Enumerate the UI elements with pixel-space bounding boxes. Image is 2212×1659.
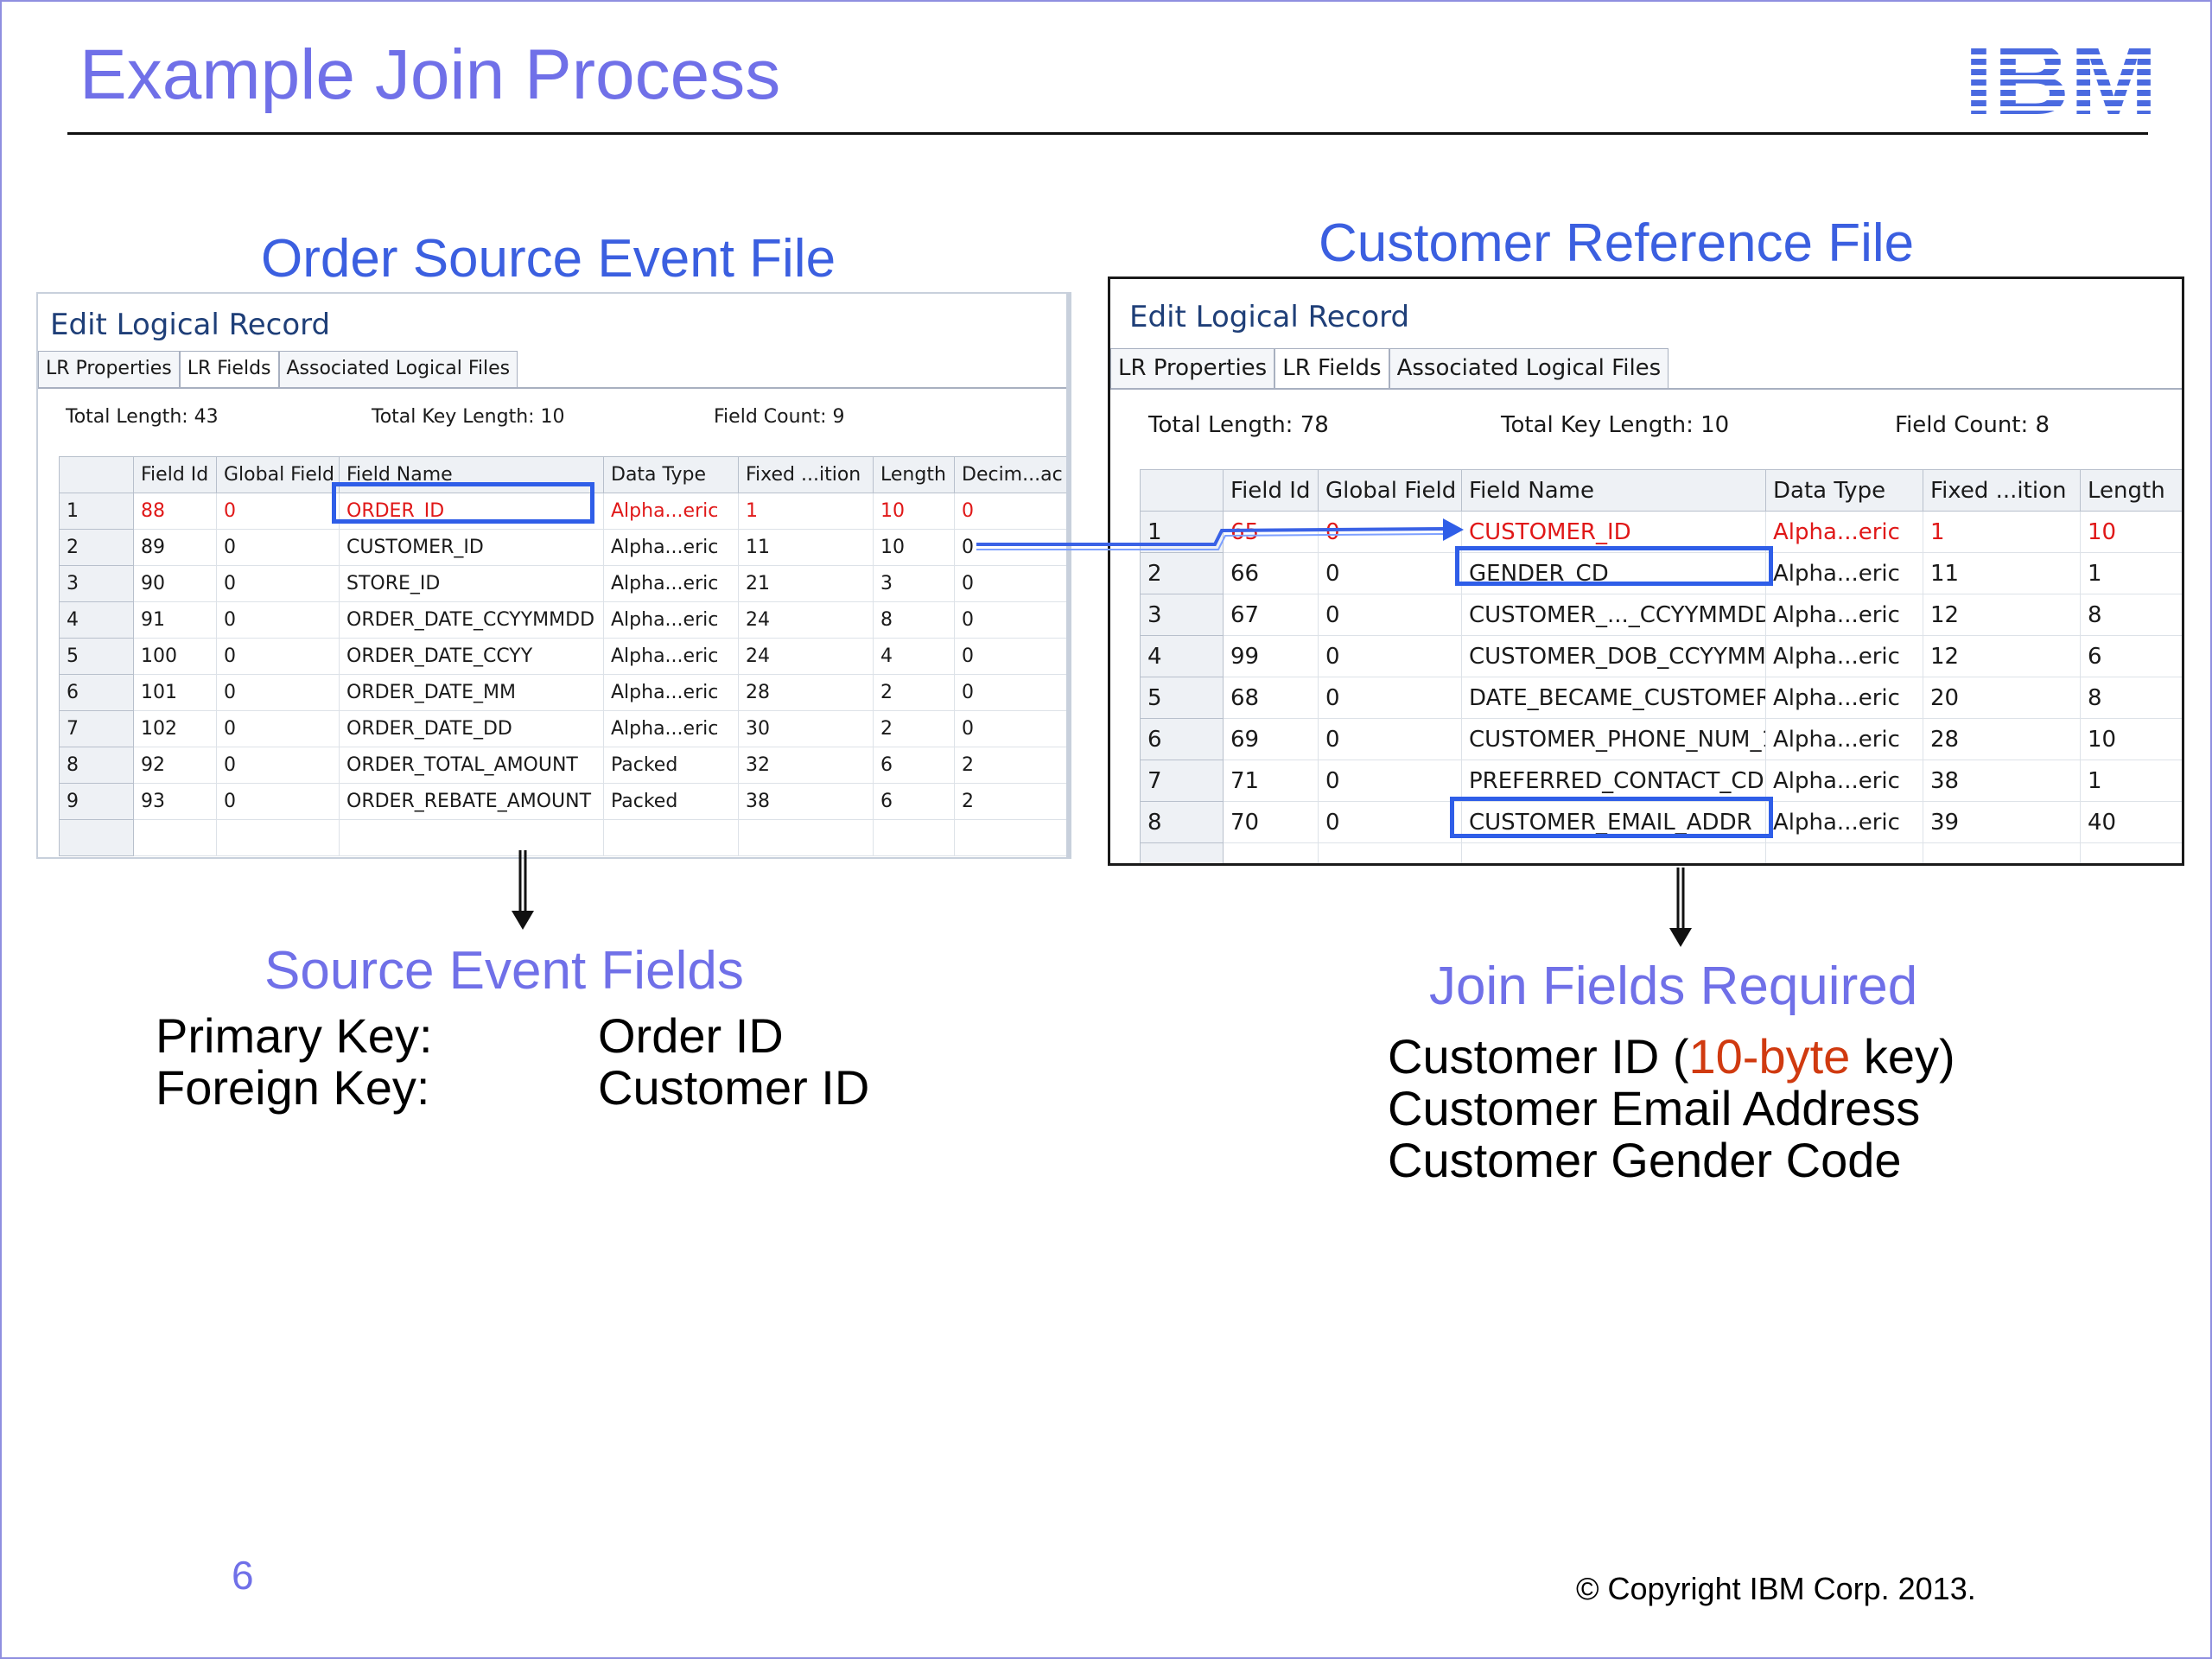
page-number: 6 [232,1553,254,1598]
join-field-customer-id: Customer ID (10-byte key) [1388,1029,1955,1084]
source-event-fields-heading: Source Event Fields [264,941,744,1001]
foreign-key-value: Customer ID [598,1060,870,1115]
primary-key-label: Primary Key: [156,1008,433,1063]
join-fields-heading: Join Fields Required [1429,957,1918,1016]
down-arrow-icon [1669,868,1692,947]
join-field-gender: Customer Gender Code [1388,1133,1902,1187]
down-arrow-icon [512,850,534,930]
foreign-key-label: Foreign Key: [156,1060,430,1115]
slide: Example Join Process IBM Order Source Ev… [0,0,2212,1659]
join-field-email: Customer Email Address [1388,1081,1921,1135]
join-connector-arrow [976,518,1464,550]
copyright: © Copyright IBM Corp. 2013. [1576,1571,1976,1606]
primary-key-value: Order ID [598,1008,784,1063]
